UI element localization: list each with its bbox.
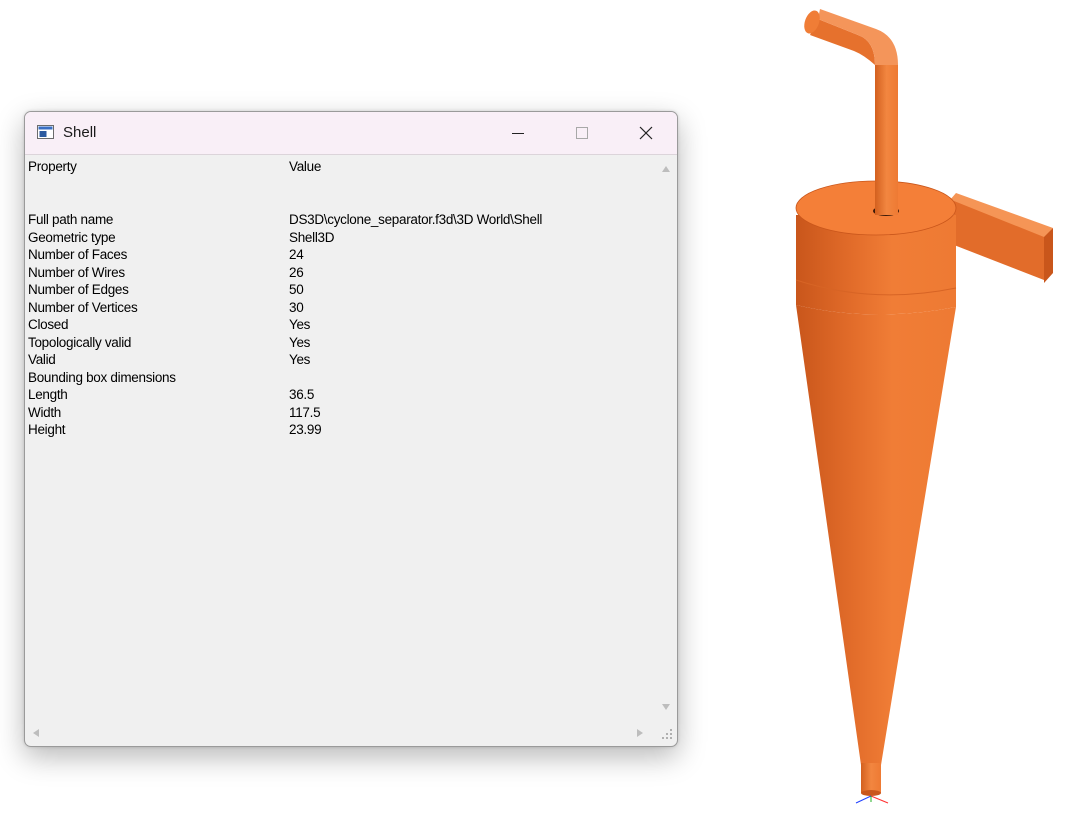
property-value: Yes — [289, 352, 311, 367]
property-column-header: Property — [28, 159, 77, 174]
property-value: 50 — [289, 282, 304, 297]
shell-properties-window: Shell Property Value Full path name DS3D… — [24, 111, 678, 747]
property-name: Bounding box dimensions — [28, 369, 176, 385]
scroll-down-arrow-icon[interactable] — [661, 703, 671, 711]
close-icon — [639, 126, 653, 140]
close-button[interactable] — [623, 112, 669, 154]
scroll-right-arrow-icon[interactable] — [636, 728, 644, 738]
property-name: Height — [28, 422, 66, 437]
property-value: 26 — [289, 264, 304, 280]
property-value: 23.99 — [289, 422, 322, 437]
property-value: 24 — [289, 247, 304, 262]
scroll-up-arrow-icon[interactable] — [661, 165, 671, 173]
vertical-scrollbar[interactable] — [657, 155, 675, 720]
property-value: Shell3D — [289, 229, 335, 245]
cone-body — [796, 305, 956, 765]
underflow-outlet — [861, 763, 881, 796]
axis-triad-icon — [855, 795, 889, 804]
title-bar[interactable]: Shell — [25, 112, 677, 155]
property-name: Number of Vertices — [28, 299, 138, 315]
maximize-icon — [576, 127, 588, 139]
property-value: 30 — [289, 299, 304, 315]
minimize-icon — [512, 133, 524, 134]
resize-grip-icon[interactable] — [657, 720, 675, 745]
property-name: Full path name — [28, 212, 114, 227]
window-title: Shell — [63, 124, 97, 141]
property-value: 36.5 — [289, 387, 315, 402]
value-column-header: Value — [289, 159, 322, 174]
horizontal-scrollbar[interactable] — [26, 720, 657, 745]
maximize-button[interactable] — [559, 112, 605, 154]
scroll-left-arrow-icon[interactable] — [32, 728, 40, 738]
property-value: DS3D\cyclone_separator.f3d\3D World\Shel… — [289, 212, 543, 227]
window-app-icon — [37, 125, 54, 139]
property-name: Width — [28, 404, 62, 420]
minimize-button[interactable] — [495, 112, 541, 154]
property-name: Topologically valid — [28, 334, 132, 350]
inlet-duct — [943, 193, 1053, 283]
property-value: 117.5 — [289, 404, 321, 420]
cyclone-separator-model — [795, 9, 1053, 804]
property-name: Geometric type — [28, 229, 116, 245]
property-name: Number of Edges — [28, 282, 129, 297]
property-value: Yes — [289, 317, 311, 332]
property-name: Number of Faces — [28, 247, 128, 262]
property-name: Length — [28, 387, 68, 402]
property-name: Number of Wires — [28, 264, 125, 280]
properties-list[interactable]: Property Value Full path name DS3D\cyclo… — [26, 155, 657, 720]
property-name: Valid — [28, 352, 56, 367]
property-value: Yes — [289, 334, 311, 350]
property-name: Closed — [28, 317, 69, 332]
